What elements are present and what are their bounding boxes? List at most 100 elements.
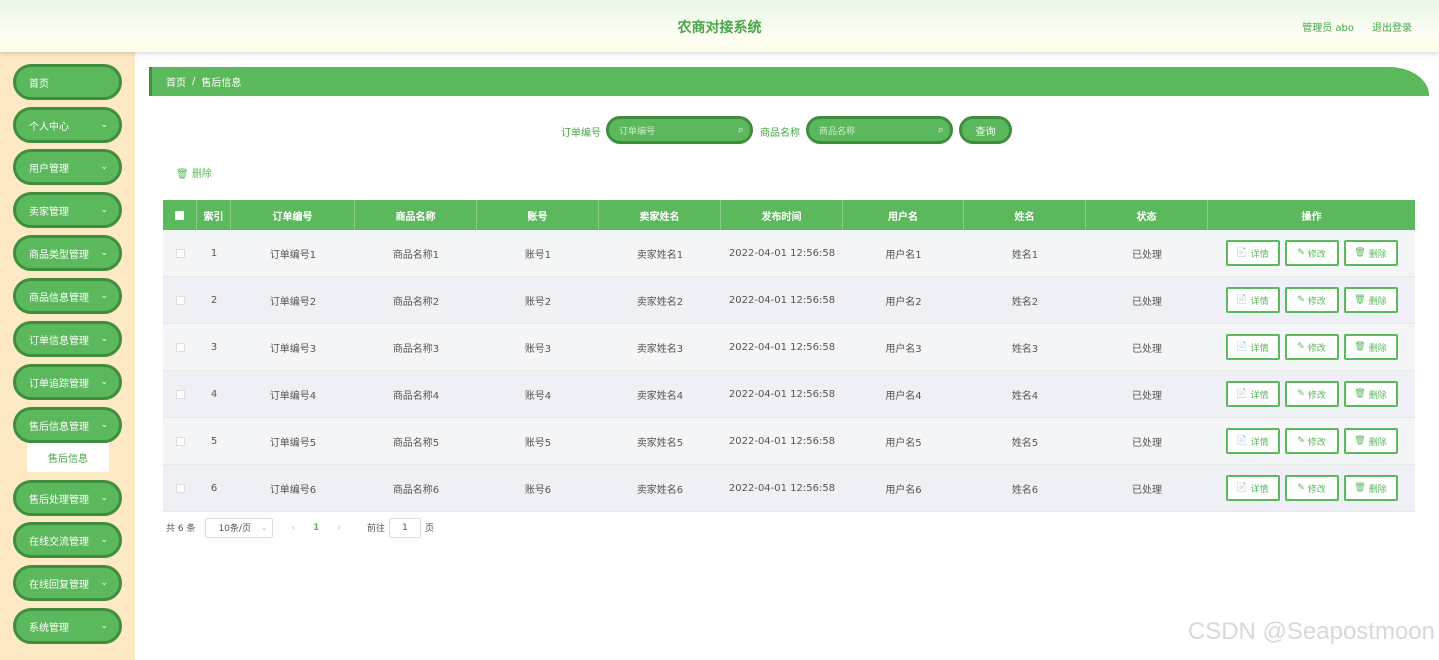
cell-status: 已处理 xyxy=(1132,390,1162,402)
row-actions: 📄 详情 ✎ 修改 🗑 删除 xyxy=(1208,230,1415,276)
sidebar-item-seller-management[interactable]: 卖家管理 ⌄ xyxy=(13,192,122,228)
delete-button-label: 删除 xyxy=(1368,437,1387,448)
delete-button[interactable]: 🗑 删除 xyxy=(1343,334,1398,360)
detail-button[interactable]: 📄 详情 xyxy=(1225,381,1280,407)
sidebar-item-user-management[interactable]: 用户管理 ⌄ xyxy=(13,149,122,185)
delete-button[interactable]: 🗑 删除 xyxy=(1343,475,1398,501)
after-sales-table: 索引 订单编号 商品名称 账号 卖家姓名 发布时间 用户名 姓名 状态 操作 1… xyxy=(163,200,1415,512)
edit-button[interactable]: ✎ 修改 xyxy=(1284,287,1339,313)
row-actions: 📄 详情 ✎ 修改 🗑 删除 xyxy=(1208,418,1415,464)
edit-button[interactable]: ✎ 修改 xyxy=(1284,428,1339,454)
cell-publish-time: 2022-04-01 12:56:58 xyxy=(728,341,836,353)
row-checkbox[interactable] xyxy=(175,389,185,399)
sidebar-item-product-info-management[interactable]: 商品信息管理 ⌄ xyxy=(13,278,122,314)
cell-order-number: 订单编号3 xyxy=(269,343,317,355)
bulk-delete-button[interactable]: 🗑 删除 xyxy=(176,165,212,180)
detail-button[interactable]: 📄 详情 xyxy=(1225,428,1280,454)
edit-button[interactable]: ✎ 修改 xyxy=(1284,240,1339,266)
cell-publish-time: 2022-04-01 12:56:58 xyxy=(728,435,836,447)
select-all-checkbox[interactable] xyxy=(175,210,184,220)
watermark: CSDN @Seapostmoon xyxy=(1187,618,1435,645)
delete-button[interactable]: 🗑 删除 xyxy=(1343,287,1398,313)
cell-username: 用户名4 xyxy=(885,390,922,402)
page-number-current[interactable]: 1 xyxy=(313,523,319,533)
table-row: 5 订单编号5 商品名称5 账号5 卖家姓名5 2022-04-01 12:56:58 用户… xyxy=(163,418,1415,465)
cell-index: 2 xyxy=(210,294,218,306)
edit-button-label: 修改 xyxy=(1307,484,1326,495)
breadcrumb-home[interactable]: 首页 xyxy=(166,74,186,89)
prev-page-button[interactable]: ‹ xyxy=(291,523,295,533)
chevron-down-icon: ⌄ xyxy=(100,493,108,503)
edit-button[interactable]: ✎ 修改 xyxy=(1284,475,1339,501)
edit-button[interactable]: ✎ 修改 xyxy=(1284,381,1339,407)
edit-icon: ✎ xyxy=(1297,295,1305,305)
cell-status: 已处理 xyxy=(1132,484,1162,496)
query-button[interactable]: 查询 xyxy=(959,116,1012,144)
breadcrumb: 首页 / 售后信息 xyxy=(149,67,1429,96)
edit-icon: ✎ xyxy=(1297,389,1305,399)
sidebar-item-order-info-management[interactable]: 订单信息管理 ⌄ xyxy=(13,321,122,357)
pagination-total: 共 6 条 xyxy=(166,524,196,534)
delete-button-label: 删除 xyxy=(1368,343,1387,354)
row-checkbox[interactable] xyxy=(175,295,185,305)
chevron-down-icon: ⌄ xyxy=(100,621,108,631)
sidebar-item-order-tracking-management[interactable]: 订单追踪管理 ⌄ xyxy=(13,364,122,400)
cell-status: 已处理 xyxy=(1132,296,1162,308)
edit-button[interactable]: ✎ 修改 xyxy=(1284,334,1339,360)
header-select-all xyxy=(163,200,197,230)
detail-button[interactable]: 📄 详情 xyxy=(1225,287,1280,313)
cell-order-number: 订单编号4 xyxy=(269,390,317,402)
sidebar-item-home[interactable]: 首页 xyxy=(13,64,122,100)
next-page-button[interactable]: › xyxy=(337,523,341,533)
row-checkbox[interactable] xyxy=(175,483,185,493)
page-size-select[interactable]: 10条/页 ⌄ xyxy=(205,517,274,538)
table-header-row: 索引 订单编号 商品名称 账号 卖家姓名 发布时间 用户名 姓名 状态 操作 xyxy=(163,200,1415,230)
row-checkbox[interactable] xyxy=(175,436,185,446)
sidebar-item-after-sales-processing-management[interactable]: 售后处理管理 ⌄ xyxy=(13,480,122,516)
detail-button[interactable]: 📄 详情 xyxy=(1225,334,1280,360)
row-checkbox[interactable] xyxy=(175,248,185,258)
logout-link[interactable]: 退出登录 xyxy=(1372,19,1412,34)
sidebar-item-online-chat-management[interactable]: 在线交流管理 ⌄ xyxy=(13,522,122,558)
sidebar-item-online-reply-management[interactable]: 在线回复管理 ⌄ xyxy=(13,565,122,601)
chevron-down-icon: ⌄ xyxy=(100,248,108,258)
table-row: 3 订单编号3 商品名称3 账号3 卖家姓名3 2022-04-01 12:56:58 用户… xyxy=(163,324,1415,371)
sidebar-subitem-after-sales-info[interactable]: 售后信息 xyxy=(27,443,109,472)
sidebar-item-system-management[interactable]: 系统管理 ⌄ xyxy=(13,608,122,644)
cell-product-name: 商品名称6 xyxy=(392,484,440,496)
delete-button-label: 删除 xyxy=(1368,249,1387,260)
delete-button[interactable]: 🗑 删除 xyxy=(1343,240,1398,266)
cell-account: 账号5 xyxy=(524,437,552,449)
chevron-down-icon: ⌄ xyxy=(100,578,108,588)
cell-name: 姓名4 xyxy=(1011,390,1039,402)
row-select-cell xyxy=(163,371,197,417)
table-row: 2 订单编号2 商品名称2 账号2 卖家姓名2 2022-04-01 12:56:58 用户… xyxy=(163,277,1415,324)
product-name-input[interactable]: 商品名称 ⌕ xyxy=(806,116,953,144)
detail-button[interactable]: 📄 详情 xyxy=(1225,475,1280,501)
pagination: 共 6 条 10条/页 ⌄ ‹ 1 › 前往 1 页 xyxy=(166,517,434,538)
cell-username: 用户名5 xyxy=(885,437,922,449)
row-checkbox[interactable] xyxy=(175,342,185,352)
goto-page-input[interactable]: 1 xyxy=(388,517,421,538)
document-icon: 📄 xyxy=(1236,342,1248,352)
sidebar-item-product-type-management[interactable]: 商品类型管理 ⌄ xyxy=(13,235,122,271)
cell-product-name: 商品名称5 xyxy=(392,437,440,449)
order-number-input[interactable]: 订单编号 ⌕ xyxy=(606,116,753,144)
cell-product-name: 商品名称1 xyxy=(392,249,440,261)
edit-button-label: 修改 xyxy=(1307,343,1326,354)
edit-icon: ✎ xyxy=(1297,483,1305,493)
sidebar-item-after-sales-info-management[interactable]: 售后信息管理 ⌄ xyxy=(13,407,122,443)
cell-order-number: 订单编号1 xyxy=(269,249,317,261)
sidebar-item-label: 首页 xyxy=(29,78,49,90)
sidebar-item-label: 用户管理 xyxy=(29,163,69,175)
sidebar-item-label: 在线回复管理 xyxy=(29,579,89,591)
delete-button[interactable]: 🗑 删除 xyxy=(1343,381,1398,407)
sidebar-item-label: 售后处理管理 xyxy=(29,494,89,506)
detail-button[interactable]: 📄 详情 xyxy=(1225,240,1280,266)
current-user[interactable]: 管理员 abo xyxy=(1302,19,1354,34)
cell-product-name: 商品名称3 xyxy=(392,343,440,355)
delete-button[interactable]: 🗑 删除 xyxy=(1343,428,1398,454)
delete-button-label: 删除 xyxy=(1368,390,1387,401)
table-body: 1 订单编号1 商品名称1 账号1 卖家姓名1 2022-04-01 12:56:58 用户… xyxy=(163,230,1415,512)
trash-icon: 🗑 xyxy=(1354,248,1366,258)
